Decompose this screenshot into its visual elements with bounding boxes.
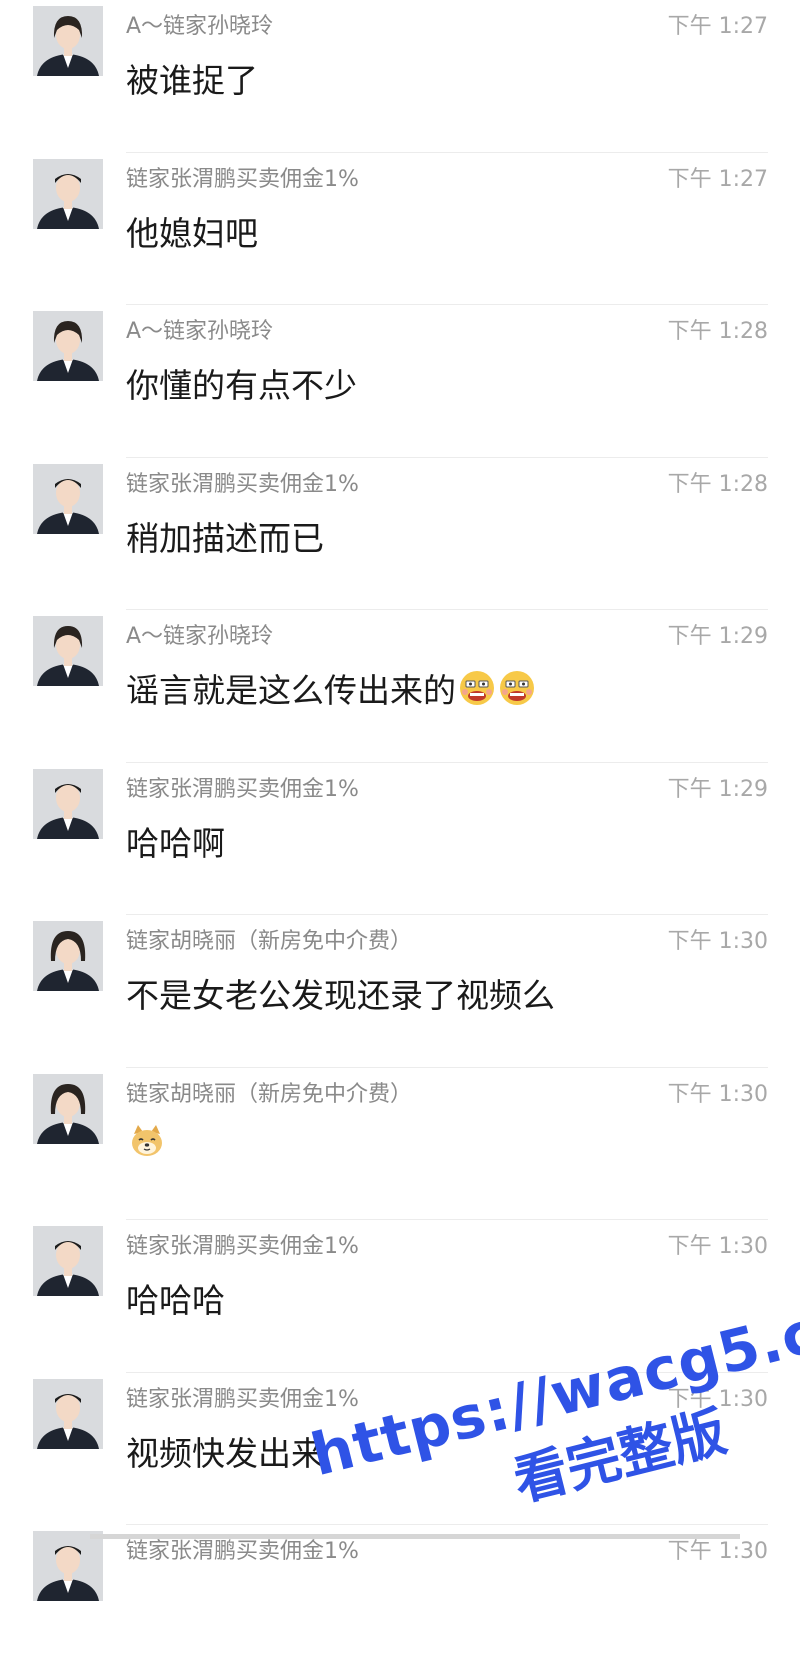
sender-name: 链家张渭鹏买卖佣金1% (126, 776, 359, 802)
avatar[interactable] (33, 311, 103, 381)
message-time: 下午 1:30 (667, 1081, 768, 1107)
avatar[interactable] (33, 158, 103, 229)
sender-name: 链家张渭鹏买卖佣金1% (126, 471, 359, 497)
message-row[interactable]: 链家张渭鹏买卖佣金1% 下午 1:28 稍加描述而已 (0, 458, 800, 610)
doge-emoji (128, 1122, 166, 1160)
avatar[interactable] (33, 463, 103, 534)
message-time: 下午 1:27 (667, 166, 768, 192)
avatar[interactable] (33, 768, 103, 839)
message-text[interactable]: 视频快发出来 (126, 1427, 324, 1475)
grimace-emoji (458, 669, 496, 707)
message-row[interactable]: 链家张渭鹏买卖佣金1% 下午 1:27 他媳妇吧 (0, 153, 800, 305)
message-text[interactable]: 不是女老公发现还录了视频么 (126, 969, 555, 1017)
message-row[interactable]: 链家胡晓丽（新房免中介费） 下午 1:30 (0, 1068, 800, 1220)
sender-name: A～链家孙晓玲 (126, 319, 274, 344)
message-time: 下午 1:27 (667, 14, 768, 39)
avatar[interactable] (33, 616, 103, 686)
message-row[interactable]: 链家张渭鹏买卖佣金1% 下午 1:30 视频快发出来 (0, 1373, 800, 1525)
message-row[interactable]: A～链家孙晓玲 下午 1:27 被谁捉了 (0, 0, 800, 153)
message-text[interactable]: 哈哈啊 (126, 817, 225, 865)
message-time: 下午 1:30 (667, 1386, 768, 1412)
message-body: 哈哈啊 (126, 823, 225, 863)
sender-name: 链家胡晓丽（新房免中介费） (126, 929, 413, 954)
message-time: 下午 1:29 (667, 624, 768, 649)
sender-name: 链家张渭鹏买卖佣金1% (126, 166, 359, 192)
grimace-emoji (498, 669, 536, 707)
message-text[interactable]: 哈哈哈 (126, 1274, 225, 1322)
sender-name: A～链家孙晓玲 (126, 624, 274, 649)
message-body: 哈哈哈 (126, 1281, 225, 1320)
message-body: 不是女老公发现还录了视频么 (126, 976, 555, 1015)
avatar[interactable] (33, 921, 103, 991)
message-text[interactable]: 被谁捉了 (126, 54, 258, 102)
message-row[interactable]: 链家张渭鹏买卖佣金1% 下午 1:30 哈哈哈 (0, 1220, 800, 1373)
message-text[interactable]: 稍加描述而已 (126, 512, 324, 560)
message-row[interactable]: 链家张渭鹏买卖佣金1% 下午 1:29 哈哈啊 (0, 763, 800, 915)
chat-message-list: A～链家孙晓玲 下午 1:27 被谁捉了 链家张渭鹏买卖佣金1% 下午 1:27 他媳妇吧… (0, 0, 800, 1678)
scroll-indicator (90, 1534, 740, 1539)
avatar[interactable] (33, 6, 103, 76)
sender-name: A～链家孙晓玲 (126, 14, 274, 39)
message-body: 被谁捉了 (126, 61, 258, 100)
message-body: 谣言就是这么传出来的 (126, 671, 456, 710)
message-body: 他媳妇吧 (126, 213, 258, 253)
message-body: 你懂的有点不少 (126, 366, 357, 405)
message-time: 下午 1:30 (667, 1234, 768, 1259)
message-row[interactable]: A～链家孙晓玲 下午 1:29 谣言就是这么传出来的 (0, 610, 800, 763)
message-time: 下午 1:28 (667, 319, 768, 344)
sender-name: 链家张渭鹏买卖佣金1% (126, 1234, 359, 1259)
message-body: 稍加描述而已 (126, 518, 324, 558)
message-text[interactable] (126, 1122, 166, 1160)
message-time: 下午 1:30 (667, 929, 768, 954)
message-time: 下午 1:29 (667, 776, 768, 802)
message-row[interactable]: 链家胡晓丽（新房免中介费） 下午 1:30 不是女老公发现还录了视频么 (0, 915, 800, 1068)
message-row[interactable]: A～链家孙晓玲 下午 1:28 你懂的有点不少 (0, 305, 800, 458)
avatar[interactable] (33, 1531, 103, 1601)
avatar[interactable] (33, 1378, 103, 1449)
avatar[interactable] (33, 1226, 103, 1296)
message-row[interactable]: 链家张渭鹏买卖佣金1% 下午 1:30 (0, 1525, 800, 1678)
message-text[interactable]: 谣言就是这么传出来的 (126, 664, 536, 712)
sender-name: 链家张渭鹏买卖佣金1% (126, 1386, 359, 1412)
message-text[interactable]: 你懂的有点不少 (126, 359, 357, 407)
avatar[interactable] (33, 1073, 103, 1144)
message-time: 下午 1:28 (667, 471, 768, 497)
message-text[interactable]: 他媳妇吧 (126, 207, 258, 255)
sender-name: 链家胡晓丽（新房免中介费） (126, 1081, 413, 1107)
message-body: 视频快发出来 (126, 1433, 324, 1473)
